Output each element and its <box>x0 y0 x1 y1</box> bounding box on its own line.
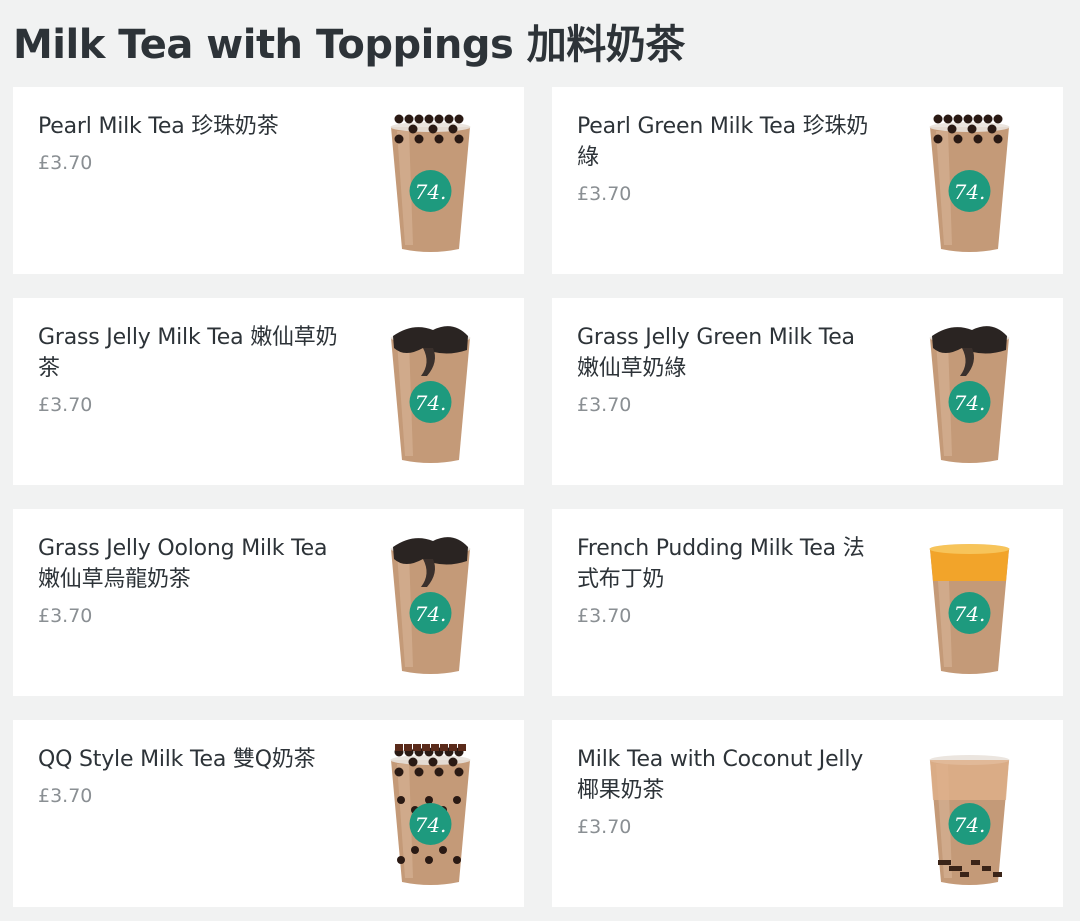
item-price: £3.70 <box>38 394 93 416</box>
coconut-jelly-cup-icon: 74. <box>922 740 1017 890</box>
item-price: £3.70 <box>38 152 93 174</box>
menu-item-card[interactable]: Milk Tea with Coconut Jelly 椰果奶茶 £3.70 7… <box>552 720 1063 907</box>
svg-text:74.: 74. <box>954 391 986 415</box>
item-name: Milk Tea with Coconut Jelly 椰果奶茶 <box>577 747 864 803</box>
svg-text:74.: 74. <box>415 602 447 626</box>
menu-item-card[interactable]: Grass Jelly Green Milk Tea 嫩仙草奶綠 £3.70 7… <box>552 298 1063 485</box>
item-price: £3.70 <box>577 816 632 838</box>
qq-cup-icon: 74. <box>383 740 478 890</box>
grass-jelly-cup-icon: 74. <box>383 318 478 468</box>
grass-jelly-cup-icon: 74. <box>922 318 1017 468</box>
menu-item-card[interactable]: Pearl Milk Tea 珍珠奶茶 £3.70 74. <box>13 87 524 274</box>
menu-grid: Pearl Milk Tea 珍珠奶茶 £3.70 74. Pearl Gree… <box>13 87 1063 907</box>
menu-item-card[interactable]: French Pudding Milk Tea 法式布丁奶 £3.70 74. <box>552 509 1063 696</box>
item-price: £3.70 <box>577 605 632 627</box>
item-name: Pearl Milk Tea 珍珠奶茶 <box>38 114 279 139</box>
menu-item-card[interactable]: QQ Style Milk Tea 雙Q奶茶 £3.70 74. <box>13 720 524 907</box>
item-price: £3.70 <box>577 183 632 205</box>
item-price: £3.70 <box>577 394 632 416</box>
menu-item-card[interactable]: Grass Jelly Oolong Milk Tea 嫩仙草烏龍奶茶 £3.7… <box>13 509 524 696</box>
item-name: Grass Jelly Milk Tea 嫩仙草奶茶 <box>38 325 338 381</box>
item-name: Pearl Green Milk Tea 珍珠奶綠 <box>577 114 869 170</box>
menu-item-card[interactable]: Pearl Green Milk Tea 珍珠奶綠 £3.70 74. <box>552 87 1063 274</box>
svg-text:74.: 74. <box>954 602 986 626</box>
grass-jelly-cup-icon: 74. <box>383 529 478 679</box>
item-name: French Pudding Milk Tea 法式布丁奶 <box>577 536 865 592</box>
pudding-cup-icon: 74. <box>922 529 1017 679</box>
bubble-tea-cup-icon: 74. <box>383 107 478 257</box>
item-name: Grass Jelly Oolong Milk Tea 嫩仙草烏龍奶茶 <box>38 536 328 592</box>
svg-text:74.: 74. <box>415 391 447 415</box>
svg-text:74.: 74. <box>415 813 447 837</box>
bubble-tea-cup-icon: 74. <box>922 107 1017 257</box>
item-name: QQ Style Milk Tea 雙Q奶茶 <box>38 747 316 772</box>
svg-text:74.: 74. <box>954 180 986 204</box>
svg-text:74.: 74. <box>954 813 986 837</box>
item-price: £3.70 <box>38 605 93 627</box>
item-price: £3.70 <box>38 785 93 807</box>
menu-item-card[interactable]: Grass Jelly Milk Tea 嫩仙草奶茶 £3.70 74. <box>13 298 524 485</box>
svg-text:74.: 74. <box>415 180 447 204</box>
section-title: Milk Tea with Toppings 加料奶茶 <box>13 22 685 68</box>
item-name: Grass Jelly Green Milk Tea 嫩仙草奶綠 <box>577 325 855 381</box>
